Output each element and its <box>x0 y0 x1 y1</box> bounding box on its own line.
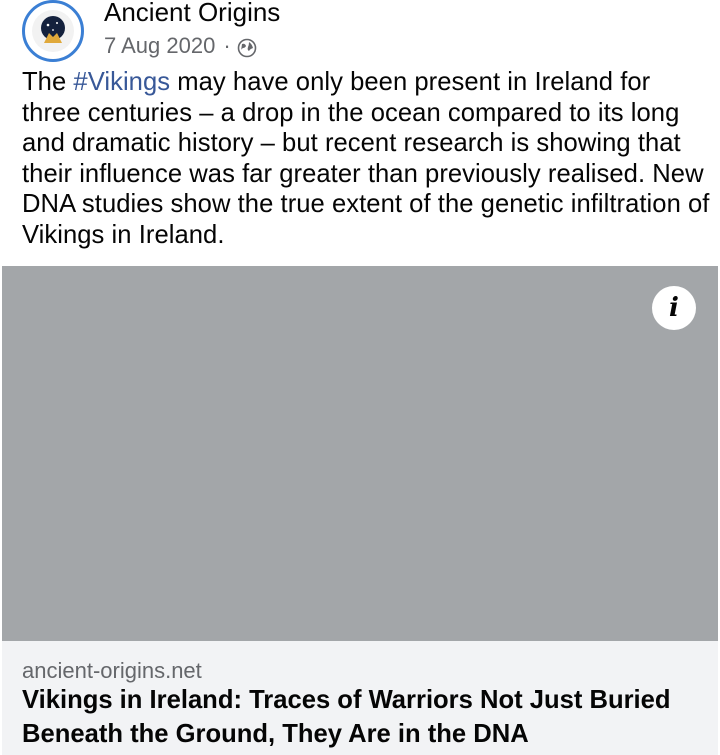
post-text-start: The <box>22 68 74 96</box>
post-header: Ancient Origins 7 Aug 2020 · <box>0 0 720 68</box>
link-preview-card[interactable]: ancient-origins.net Vikings in Ireland: … <box>2 641 718 755</box>
post-meta: 7 Aug 2020 · <box>104 31 257 61</box>
ad-info-button[interactable]: i <box>652 286 696 330</box>
page-name[interactable]: Ancient Origins <box>104 0 280 28</box>
link-image-placeholder[interactable]: i <box>2 266 718 641</box>
info-icon: i <box>669 293 679 323</box>
post-date[interactable]: 7 Aug 2020 <box>104 31 215 61</box>
globe-icon <box>237 36 257 58</box>
post-body-text: The #Vikings may have only been present … <box>22 67 712 251</box>
facebook-post: Ancient Origins 7 Aug 2020 · The #Viking… <box>0 0 720 755</box>
link-title[interactable]: Vikings in Ireland: Traces of Warriors N… <box>22 683 702 751</box>
meta-separator: · <box>223 33 231 58</box>
page-avatar[interactable] <box>22 0 84 62</box>
link-domain: ancient-origins.net <box>22 658 202 683</box>
logo-icon <box>32 10 74 52</box>
hashtag-link[interactable]: #Vikings <box>73 68 170 96</box>
